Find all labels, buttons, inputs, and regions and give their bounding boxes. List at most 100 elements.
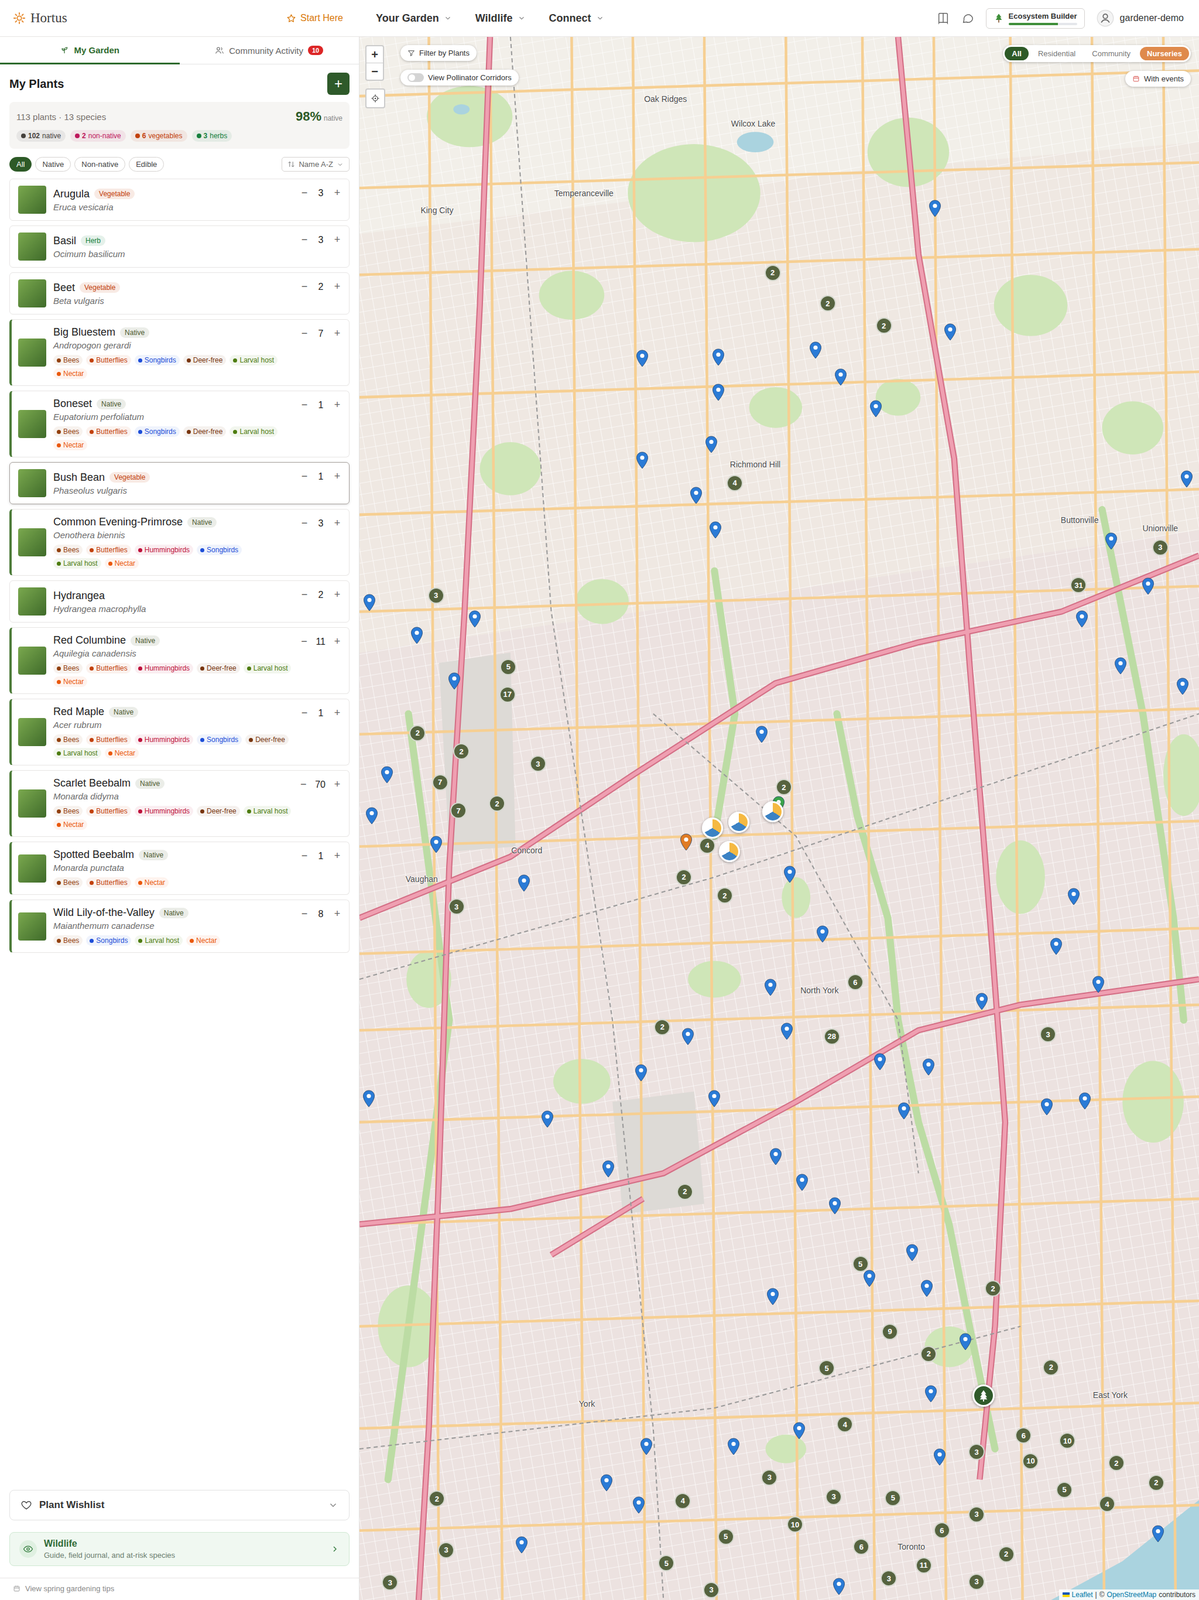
- map-pin-icon[interactable]: [447, 672, 461, 690]
- map-cluster[interactable]: 2: [675, 868, 693, 886]
- map-pin-icon[interactable]: [515, 1535, 529, 1554]
- category-chip[interactable]: Nurseries: [1139, 46, 1190, 61]
- map-pin-icon[interactable]: [920, 1279, 934, 1297]
- map-pin-icon[interactable]: [634, 1063, 648, 1082]
- map-cluster[interactable]: 4: [726, 474, 743, 492]
- map-pin-icon[interactable]: [816, 925, 829, 943]
- map-cluster[interactable]: 10: [1022, 1452, 1039, 1469]
- map-pin-icon[interactable]: [975, 992, 989, 1010]
- map-pin-icon[interactable]: [517, 874, 531, 892]
- osm-link[interactable]: OpenStreetMap: [1107, 1590, 1157, 1599]
- map-pin-icon[interactable]: [1141, 577, 1155, 595]
- map-cluster[interactable]: 2: [998, 1545, 1015, 1562]
- chat-icon[interactable]: [961, 11, 975, 25]
- map-pin-icon[interactable]: [1151, 1524, 1165, 1543]
- map[interactable]: Oak RidgesWilcox LakeTemperancevilleKing…: [359, 36, 1199, 1600]
- map-cluster[interactable]: 5: [717, 1528, 735, 1545]
- nav-item[interactable]: Your Garden: [375, 12, 452, 25]
- map-cluster[interactable]: 10: [786, 1515, 804, 1533]
- increment-button[interactable]: +: [332, 907, 342, 920]
- map-pin-icon[interactable]: [681, 1027, 695, 1046]
- plant-row[interactable]: BonesetNativeEupatorium perfoliatumBeesB…: [9, 390, 350, 458]
- map-cluster[interactable]: 2: [453, 742, 470, 760]
- decrement-button[interactable]: −: [299, 470, 310, 483]
- decrement-button[interactable]: −: [299, 907, 310, 920]
- map-cluster[interactable]: 11: [915, 1556, 933, 1574]
- map-pin-icon[interactable]: [832, 1577, 846, 1595]
- map-pin-icon[interactable]: [943, 323, 957, 341]
- plant-row[interactable]: Big BluestemNativeAndropogon gerardiBees…: [9, 319, 350, 386]
- map-pin-icon[interactable]: [828, 1196, 842, 1215]
- map-cluster[interactable]: 5: [818, 1359, 835, 1376]
- map-cluster[interactable]: 3: [448, 898, 465, 915]
- sort-select[interactable]: Name A-Z: [281, 156, 350, 172]
- map-cluster[interactable]: 5: [852, 1255, 869, 1272]
- increment-button[interactable]: +: [332, 398, 342, 411]
- map-pin-icon[interactable]: [679, 833, 693, 851]
- increment-button[interactable]: +: [332, 849, 342, 862]
- panel-tab[interactable]: Community Activity10: [179, 36, 360, 65]
- map-cluster[interactable]: 31: [1070, 576, 1087, 594]
- map-cluster[interactable]: 6: [1015, 1426, 1032, 1444]
- map-cluster[interactable]: 3: [1039, 1025, 1057, 1043]
- decrement-button[interactable]: −: [299, 398, 310, 411]
- map-cluster[interactable]: 2: [819, 295, 837, 312]
- wildlife-card[interactable]: WildlifeGuide, field journal, and at-ris…: [9, 1531, 350, 1566]
- map-pin-icon[interactable]: [468, 610, 482, 628]
- map-cluster[interactable]: 3: [381, 1573, 399, 1591]
- map-pin-icon[interactable]: [708, 521, 722, 539]
- start-here-link[interactable]: Start Here: [286, 12, 344, 24]
- decrement-button[interactable]: −: [299, 635, 309, 648]
- map-cluster[interactable]: 2: [764, 264, 781, 282]
- map-pin-icon[interactable]: [711, 383, 725, 402]
- map-pin-icon[interactable]: [924, 1384, 938, 1403]
- plant-row[interactable]: Bush BeanVegetablePhaseolus vulgaris−1+: [9, 461, 350, 505]
- map-pin-icon[interactable]: [795, 1173, 809, 1191]
- map-pin-icon[interactable]: [635, 451, 649, 469]
- map-cluster[interactable]: 3: [703, 1581, 720, 1598]
- map-cluster[interactable]: 3: [761, 1468, 778, 1486]
- map-cluster[interactable]: 6: [933, 1521, 951, 1538]
- map-pin-icon[interactable]: [764, 978, 777, 996]
- map-pin-icon[interactable]: [1176, 677, 1190, 695]
- filter-by-plants-button[interactable]: Filter by Plants: [400, 45, 477, 61]
- map-pin-icon[interactable]: [707, 1089, 721, 1108]
- map-pin-icon[interactable]: [1078, 1091, 1092, 1110]
- map-cluster[interactable]: 9: [881, 1323, 899, 1340]
- wishlist-card[interactable]: Plant Wishlist: [9, 1489, 350, 1520]
- category-chip[interactable]: Residential: [1030, 46, 1083, 61]
- map-cluster[interactable]: 2: [1042, 1358, 1060, 1376]
- map-cluster[interactable]: 6: [852, 1537, 870, 1555]
- map-cluster[interactable]: 28: [823, 1028, 841, 1045]
- panel-tab[interactable]: My Garden: [0, 36, 180, 65]
- plant-row[interactable]: Wild Lily-of-the-ValleyNativeMaianthemum…: [9, 899, 350, 953]
- map-pin-icon[interactable]: [783, 865, 797, 883]
- map-pin-icon[interactable]: [769, 1147, 783, 1166]
- tree-marker[interactable]: [972, 1384, 995, 1407]
- plant-row[interactable]: Scarlet BeebalmNativeMonarda didymaBeesB…: [9, 769, 350, 837]
- map-pin-icon[interactable]: [632, 1495, 646, 1514]
- map-cluster[interactable]: 2: [920, 1345, 937, 1362]
- map-pin-icon[interactable]: [958, 1332, 972, 1351]
- map-cluster[interactable]: 2: [1148, 1474, 1165, 1491]
- decrement-button[interactable]: −: [299, 516, 310, 530]
- map-pin-icon[interactable]: [600, 1473, 613, 1492]
- zoom-out-button[interactable]: −: [366, 62, 383, 80]
- decrement-button[interactable]: −: [298, 778, 308, 791]
- map-cluster[interactable]: 7: [432, 773, 449, 791]
- user-menu[interactable]: gardener-demo: [1096, 9, 1184, 27]
- map-cluster[interactable]: 2: [653, 1018, 671, 1036]
- map-pin-icon[interactable]: [380, 765, 394, 784]
- map-pin-icon[interactable]: [766, 1287, 780, 1305]
- map-cluster[interactable]: 2: [409, 724, 426, 742]
- add-plant-button[interactable]: +: [327, 72, 350, 95]
- decrement-button[interactable]: −: [299, 186, 310, 200]
- map-cluster[interactable]: 2: [716, 886, 733, 904]
- map-pin-icon[interactable]: [410, 626, 424, 644]
- map-cluster[interactable]: 7: [450, 802, 467, 819]
- increment-button[interactable]: +: [332, 186, 342, 200]
- map-cluster[interactable]: 3: [968, 1505, 985, 1523]
- map-pin-icon[interactable]: [639, 1437, 653, 1455]
- category-chip[interactable]: All: [1004, 46, 1029, 61]
- map-pin-icon[interactable]: [862, 1269, 876, 1287]
